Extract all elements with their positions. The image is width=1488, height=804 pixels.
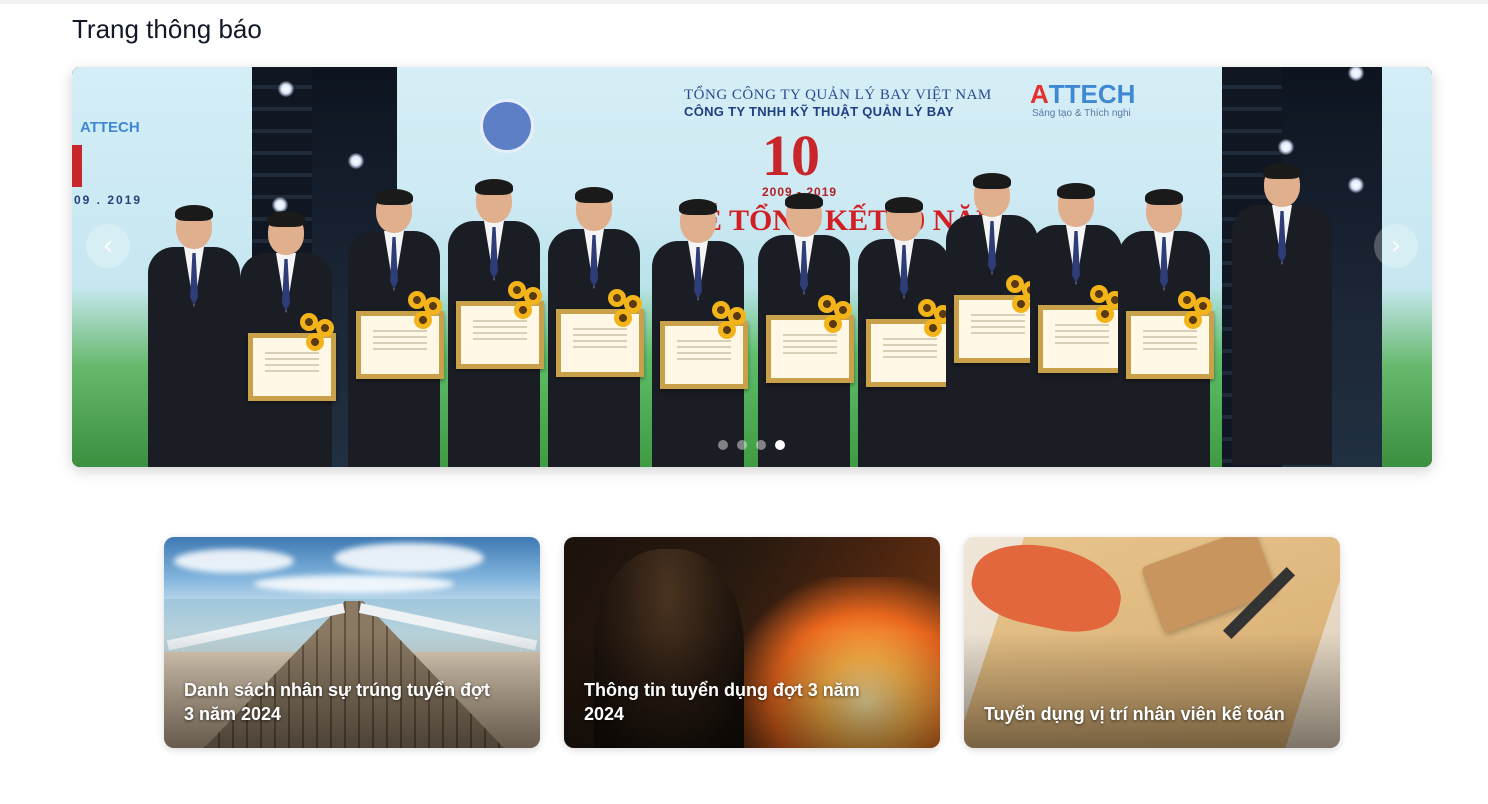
carousel-indicators — [718, 440, 785, 450]
left-screen-years: 09 . 2019 — [74, 193, 143, 207]
left-screen-logo: ATTECH — [80, 119, 140, 136]
stage-light — [1278, 139, 1294, 155]
sunflower-bouquet-icon — [508, 281, 548, 337]
chevron-left-icon: ‹ — [102, 231, 114, 261]
carousel-dot[interactable] — [718, 440, 728, 450]
news-card[interactable]: Danh sách nhân sự trúng tuyển đợt 3 năm … — [164, 537, 540, 748]
news-card[interactable]: Thông tin tuyển dụng đợt 3 năm 2024 — [564, 537, 940, 748]
sunflower-bouquet-icon — [300, 313, 340, 369]
sunflower-bouquet-icon — [1178, 291, 1218, 347]
news-card[interactable]: Tuyển dụng vị trí nhân viên kế toán — [964, 537, 1340, 748]
card-title[interactable]: Thông tin tuyển dụng đợt 3 năm 2024 — [584, 678, 900, 726]
sunflower-bouquet-icon — [608, 289, 648, 345]
recipient-figure — [1232, 163, 1332, 467]
attech-logo: ATTECH — [1030, 79, 1135, 110]
stage-light — [348, 153, 364, 169]
vatm-seal-icon — [480, 99, 534, 153]
carousel-dot[interactable] — [737, 440, 747, 450]
attech-tagline: Sáng tạo & Thích nghi — [1032, 108, 1131, 119]
stage-light — [1348, 177, 1364, 193]
card-title[interactable]: Tuyển dụng vị trí nhân viên kế toán — [984, 702, 1300, 726]
page-title: Trang thông báo — [72, 14, 262, 44]
attech-logo-rest: TTECH — [1048, 79, 1136, 109]
chevron-right-icon: › — [1390, 231, 1402, 261]
banner-org-line2: CÔNG TY TNHH KỸ THUẬT QUẢN LÝ BAY — [684, 104, 954, 119]
sunflower-bouquet-icon — [408, 291, 448, 347]
anniversary-number: 10 — [762, 123, 820, 188]
image-carousel[interactable]: ATTECH 09 . 2019 TỔNG CÔNG TY QUẢN LÝ BA… — [72, 67, 1432, 467]
sunflower-bouquet-icon — [818, 295, 858, 351]
carousel-dot[interactable] — [756, 440, 766, 450]
recipient-figure — [148, 205, 240, 467]
banner-org-line1: TỔNG CÔNG TY QUẢN LÝ BAY VIỆT NAM — [684, 87, 992, 103]
carousel-dot-active[interactable] — [775, 440, 785, 450]
carousel-next-button[interactable]: › — [1374, 224, 1418, 268]
left-screen-red-bar — [72, 145, 82, 187]
sunflower-bouquet-icon — [712, 301, 752, 357]
card-title[interactable]: Danh sách nhân sự trúng tuyển đợt 3 năm … — [184, 678, 500, 726]
attech-logo-letter: A — [1030, 79, 1049, 109]
stage-light — [278, 81, 294, 97]
top-divider — [0, 0, 1488, 4]
carousel-prev-button[interactable]: ‹ — [86, 224, 130, 268]
